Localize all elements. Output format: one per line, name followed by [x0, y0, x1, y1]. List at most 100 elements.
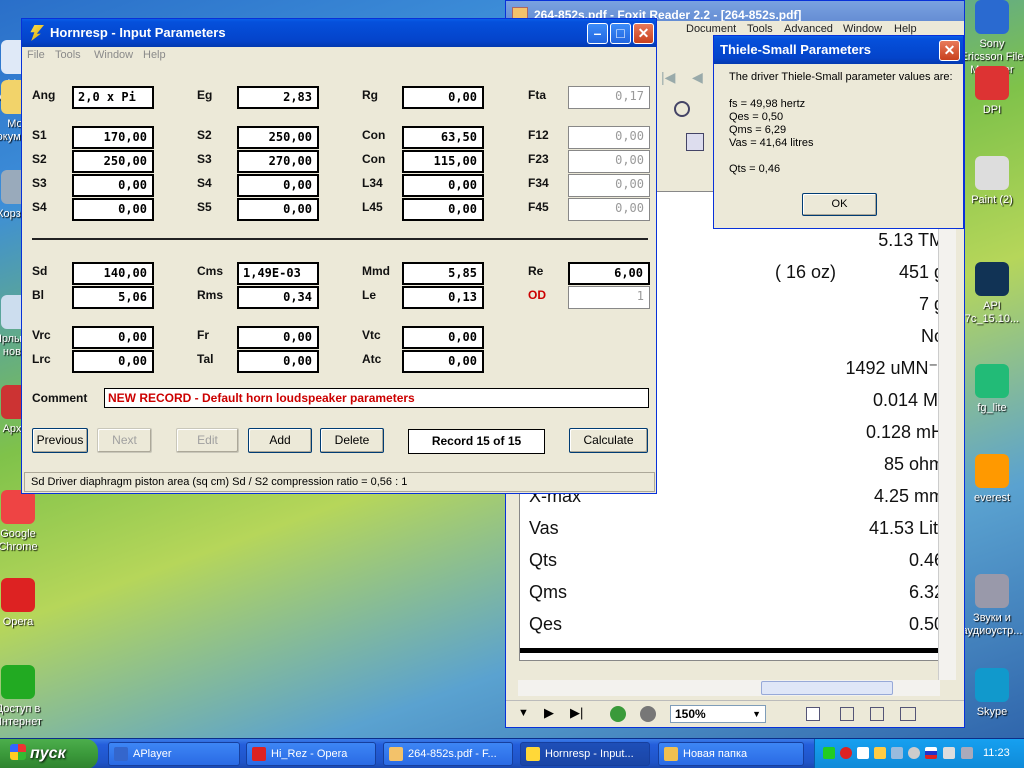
- desktop-icon[interactable]: Paint (2): [958, 156, 1024, 207]
- param-field-f45[interactable]: 0,00: [568, 198, 650, 221]
- tray-icon-opera[interactable]: [840, 747, 852, 759]
- foxit-menu-advanced[interactable]: Advanced: [784, 23, 833, 35]
- forward-icon[interactable]: [640, 706, 656, 722]
- param-field-fr[interactable]: 0,00: [237, 326, 319, 349]
- menu-window[interactable]: Window: [94, 49, 133, 61]
- maximize-button[interactable]: □: [610, 23, 631, 44]
- back-icon[interactable]: [610, 706, 626, 722]
- param-field-s2[interactable]: 250,00: [237, 126, 319, 149]
- continuous-icon[interactable]: [840, 707, 854, 721]
- taskbar-item[interactable]: Новая папка: [658, 742, 804, 766]
- param-field-tal[interactable]: 0,00: [237, 350, 319, 373]
- play-icon[interactable]: ▶: [544, 705, 554, 721]
- minimize-button[interactable]: –: [587, 23, 608, 44]
- taskbar-item[interactable]: APlayer: [108, 742, 240, 766]
- desktop-icon[interactable]: Доступ в Интернет: [0, 665, 54, 729]
- param-field-s3[interactable]: 270,00: [237, 150, 319, 173]
- hornresp-menubar: File Tools Window Help: [22, 47, 656, 67]
- zoom-out-icon[interactable]: [674, 101, 690, 117]
- param-field-f23[interactable]: 0,00: [568, 150, 650, 173]
- param-field-s2[interactable]: 250,00: [72, 150, 154, 173]
- hornresp-titlebar[interactable]: Hornresp - Input Parameters – □ ✕: [22, 19, 656, 47]
- param-field-s3[interactable]: 0,00: [72, 174, 154, 197]
- tray-icon-media[interactable]: [857, 747, 869, 759]
- last-page-icon[interactable]: ▶|: [570, 705, 583, 721]
- single-page-icon[interactable]: [806, 707, 820, 721]
- param-field-s4[interactable]: 0,00: [72, 198, 154, 221]
- edit-button[interactable]: Edit: [176, 428, 239, 453]
- tray-icon-network[interactable]: [891, 747, 903, 759]
- param-field-s4[interactable]: 0,00: [237, 174, 319, 197]
- add-button[interactable]: Add: [248, 428, 312, 453]
- close-button[interactable]: ✕: [633, 23, 654, 44]
- prev-page-icon[interactable]: ◀: [692, 69, 703, 86]
- param-field-l34[interactable]: 0,00: [402, 174, 484, 197]
- ts-close-button[interactable]: ✕: [939, 40, 960, 61]
- tray-icon-misc[interactable]: [961, 747, 973, 759]
- ok-button[interactable]: OK: [802, 193, 877, 216]
- scroll-thumb[interactable]: [761, 681, 893, 695]
- param-field-mmd[interactable]: 5,85: [402, 262, 484, 285]
- volume-icon[interactable]: [943, 747, 955, 759]
- desktop-icon[interactable]: everest: [958, 454, 1024, 505]
- next-button[interactable]: Next: [97, 428, 152, 453]
- param-field-f34[interactable]: 0,00: [568, 174, 650, 197]
- param-field-f12[interactable]: 0,00: [568, 126, 650, 149]
- foxit-menu-document[interactable]: Document: [686, 23, 736, 35]
- param-field-cms[interactable]: 1,49E-03: [237, 262, 319, 285]
- foxit-menu-window[interactable]: Window: [843, 23, 882, 35]
- desktop-icon[interactable]: Google Chrome: [0, 490, 54, 554]
- param-field-vtc[interactable]: 0,00: [402, 326, 484, 349]
- menu-file[interactable]: File: [27, 49, 45, 61]
- param-field-atc[interactable]: 0,00: [402, 350, 484, 373]
- facing-icon[interactable]: [870, 707, 884, 721]
- param-field-fta[interactable]: 0,17: [568, 86, 650, 109]
- tray-icon-sync[interactable]: [908, 747, 920, 759]
- desktop-icon[interactable]: Звуки и аудиоустр...: [958, 574, 1024, 638]
- param-field-ang[interactable]: 2,0 x Pi: [72, 86, 154, 109]
- delete-button[interactable]: Delete: [320, 428, 384, 453]
- foxit-menu-help[interactable]: Help: [894, 23, 917, 35]
- param-field-le[interactable]: 0,13: [402, 286, 484, 309]
- taskbar-item[interactable]: 264-852s.pdf - F...: [383, 742, 513, 766]
- param-field-od[interactable]: 1: [568, 286, 650, 309]
- tray-icon-green[interactable]: [823, 747, 835, 759]
- desktop-icon[interactable]: API 7c_15.10...: [958, 262, 1024, 326]
- ts-titlebar[interactable]: Thiele-Small Parameters ✕: [714, 36, 963, 64]
- first-page-icon[interactable]: |◀: [661, 69, 675, 86]
- previous-button[interactable]: Previous: [32, 428, 88, 453]
- param-field-lrc[interactable]: 0,00: [72, 350, 154, 373]
- page-menu-icon[interactable]: ▼: [518, 707, 529, 719]
- param-field-s5[interactable]: 0,00: [237, 198, 319, 221]
- desktop-icon[interactable]: Opera: [0, 578, 54, 629]
- param-field-rms[interactable]: 0,34: [237, 286, 319, 309]
- desktop-icon[interactable]: DPI: [958, 66, 1024, 117]
- cont-facing-icon[interactable]: [900, 707, 916, 721]
- zoom-select[interactable]: 150% ▼: [670, 705, 766, 723]
- pdf-horizontal-scrollbar[interactable]: [518, 680, 940, 696]
- param-field-bl[interactable]: 5,06: [72, 286, 154, 309]
- menu-tools[interactable]: Tools: [55, 49, 81, 61]
- desktop-icon[interactable]: fg_lite: [958, 364, 1024, 415]
- foxit-menu-tools[interactable]: Tools: [747, 23, 773, 35]
- pdf-vertical-scrollbar[interactable]: [938, 190, 956, 680]
- param-field-sd[interactable]: 140,00: [72, 262, 154, 285]
- taskbar-item[interactable]: Hornresp - Input...: [520, 742, 650, 766]
- calculate-button[interactable]: Calculate: [569, 428, 648, 453]
- menu-help[interactable]: Help: [143, 49, 166, 61]
- text-select-icon[interactable]: [686, 133, 704, 151]
- tray-icon-app[interactable]: [874, 747, 886, 759]
- param-field-rg[interactable]: 0,00: [402, 86, 484, 109]
- param-field-con[interactable]: 63,50: [402, 126, 484, 149]
- desktop-icon[interactable]: Skype: [958, 668, 1024, 719]
- param-field-vrc[interactable]: 0,00: [72, 326, 154, 349]
- param-field-l45[interactable]: 0,00: [402, 198, 484, 221]
- param-field-re[interactable]: 6,00: [568, 262, 650, 285]
- language-flag-icon[interactable]: [925, 747, 937, 759]
- comment-field[interactable]: NEW RECORD - Default horn loudspeaker pa…: [104, 388, 649, 408]
- taskbar-item[interactable]: Hi_Rez - Opera: [246, 742, 376, 766]
- start-button[interactable]: пуск: [0, 739, 98, 768]
- param-field-con[interactable]: 115,00: [402, 150, 484, 173]
- param-field-eg[interactable]: 2,83: [237, 86, 319, 109]
- param-field-s1[interactable]: 170,00: [72, 126, 154, 149]
